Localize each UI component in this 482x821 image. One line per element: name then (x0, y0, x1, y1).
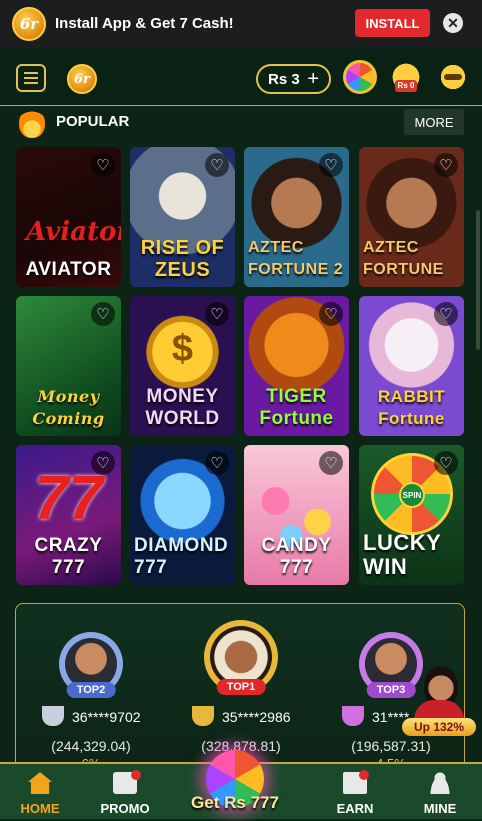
header-logo[interactable]: 6r (67, 64, 97, 94)
game-card-crazy-777[interactable]: 77 ♡ CRAZY 777 (16, 445, 121, 585)
game-name: LUCKY WIN (363, 530, 441, 579)
menu-icon[interactable] (16, 64, 46, 92)
game-name: AZTEC FORTUNE 2 (248, 239, 344, 278)
game-name: RABBIT Fortune (377, 387, 446, 428)
more-button[interactable]: MORE (404, 109, 464, 135)
flame-icon (19, 108, 45, 138)
promo-percent: Up 132% (402, 718, 476, 736)
favorite-icon[interactable]: ♡ (319, 302, 343, 326)
leaderboard-user: 36****9702 (72, 709, 141, 725)
game-card-aviator[interactable]: Aviator ♡ AVIATOR (16, 147, 121, 287)
close-icon[interactable]: ✕ (443, 13, 463, 33)
support-icon[interactable] (436, 60, 470, 94)
shop-icon[interactable]: Rs 0 (389, 60, 423, 94)
balance-button[interactable]: Rs 3 + (256, 64, 331, 94)
favorite-icon[interactable]: ♡ (91, 153, 115, 177)
favorite-icon[interactable]: ♡ (205, 153, 229, 177)
game-card-rabbit-fortune[interactable]: ♡ RABBIT Fortune (359, 296, 464, 436)
favorite-icon[interactable]: ♡ (319, 451, 343, 475)
favorite-icon[interactable]: ♡ (319, 153, 343, 177)
nav-label: MINE (423, 801, 457, 816)
user-icon (428, 772, 452, 794)
rank-badge: TOP2 (66, 682, 116, 698)
get-bonus-label: Get Rs 777 (191, 793, 279, 812)
favorite-icon[interactable]: ♡ (205, 302, 229, 326)
install-banner: 6r Install App & Get 7 Cash! INSTALL ✕ (0, 0, 482, 48)
game-name: CANDY 777 (261, 535, 332, 578)
game-name: MONEY WORLD (145, 386, 220, 429)
leaderboard-user: 35****2986 (222, 709, 291, 725)
game-card-rise-of-zeus[interactable]: ♡ RISE OF ZEUS (130, 147, 235, 287)
game-card-lucky-win[interactable]: SPIN ♡ LUCKY WIN (359, 445, 464, 585)
home-icon (28, 772, 52, 794)
aviator-logo: Aviator (26, 217, 121, 247)
game-card-money-coming[interactable]: ♡ Money Coming (16, 296, 121, 436)
notification-dot (359, 770, 369, 780)
scrollbar[interactable] (476, 210, 480, 350)
trophy-icon (42, 706, 64, 726)
floating-promo[interactable]: Up 132% (402, 666, 478, 736)
favorite-icon[interactable]: ♡ (434, 451, 458, 475)
shop-badge: Rs 0 (395, 80, 417, 92)
balance-amount: Rs 3 (268, 70, 300, 88)
leaderboard-rank-1: TOP1 35****2986 (328,878.81) (166, 604, 316, 774)
game-name: RISE OF ZEUS (140, 237, 225, 281)
game-card-aztec-fortune[interactable]: ♡ AZTEC FORTUNE (359, 147, 464, 287)
leaderboard-amount: (196,587.31) (351, 738, 431, 754)
leaderboard: TOP2 36****9702 (244,329.04) 6% TOP1 35*… (15, 603, 465, 773)
trophy-icon (192, 706, 214, 726)
favorite-icon[interactable]: ♡ (434, 302, 458, 326)
nav-earn[interactable]: EARN (315, 764, 395, 821)
nav-promo[interactable]: PROMO (85, 764, 165, 821)
popular-header: POPULAR MORE (0, 106, 482, 142)
game-card-money-world[interactable]: $ ♡ MONEY WORLD (130, 296, 235, 436)
game-name: CRAZY 777 (34, 535, 103, 578)
nav-label: PROMO (100, 801, 150, 816)
rank-badge: TOP1 (216, 679, 266, 695)
nav-label: EARN (336, 801, 374, 816)
install-banner-text: Install App & Get 7 Cash! (55, 15, 234, 32)
favorite-icon[interactable]: ♡ (434, 153, 458, 177)
get-bonus-button[interactable]: Get Rs 777 (180, 750, 290, 819)
trophy-icon (342, 706, 364, 726)
plus-icon: + (307, 67, 319, 90)
game-name: Money Coming (32, 387, 105, 428)
nav-home[interactable]: HOME (0, 764, 80, 821)
install-button[interactable]: INSTALL (355, 9, 430, 37)
game-name: DIAMOND 777 (134, 535, 229, 578)
game-name: AVIATOR (25, 259, 112, 280)
notification-dot (131, 770, 141, 780)
leaderboard-amount: (244,329.04) (51, 738, 131, 754)
favorite-icon[interactable]: ♡ (205, 451, 229, 475)
app-logo: 6r (12, 7, 46, 41)
game-card-diamond-777[interactable]: ♡ DIAMOND 777 (130, 445, 235, 585)
nav-mine[interactable]: MINE (400, 764, 480, 821)
leaderboard-rank-2: TOP2 36****9702 (244,329.04) 6% (16, 604, 166, 774)
game-card-candy-777[interactable]: ♡ CANDY 777 (244, 445, 349, 585)
favorite-icon[interactable]: ♡ (91, 302, 115, 326)
dollar-icon: $ (171, 328, 194, 370)
nav-label: HOME (20, 801, 60, 816)
favorite-icon[interactable]: ♡ (91, 451, 115, 475)
game-name: AZTEC FORTUNE (363, 239, 444, 278)
spin-wheel-icon[interactable] (343, 60, 377, 94)
spin-label: SPIN (399, 482, 425, 508)
game-name: TIGER Fortune (259, 386, 334, 429)
game-card-tiger-fortune[interactable]: ♡ TIGER Fortune (244, 296, 349, 436)
section-title: POPULAR (56, 113, 130, 130)
game-card-aztec-fortune-2[interactable]: ♡ AZTEC FORTUNE 2 (244, 147, 349, 287)
